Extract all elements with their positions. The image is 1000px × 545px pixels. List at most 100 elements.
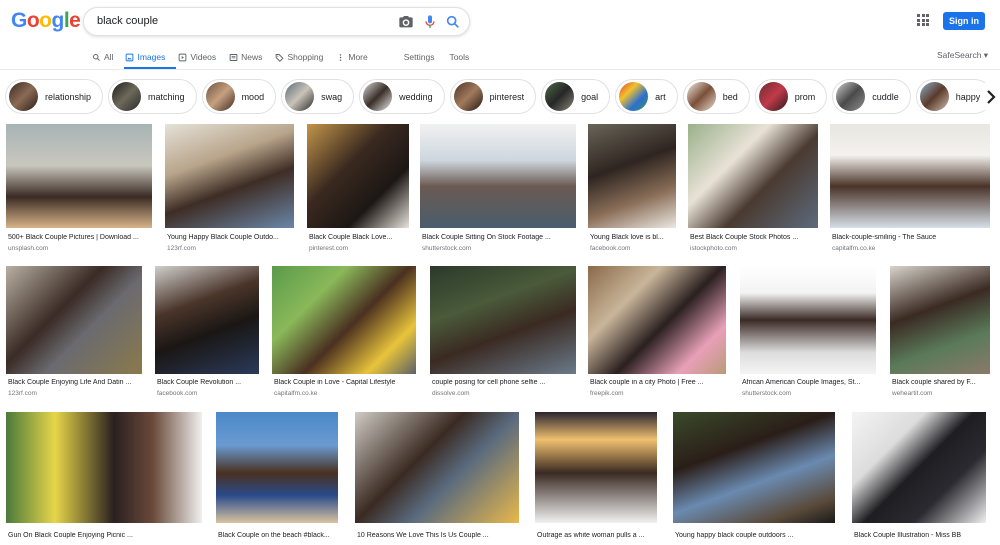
chip-pinterest[interactable]: pinterest — [449, 79, 537, 114]
result-caption[interactable]: Young Black love is bl... — [590, 234, 678, 241]
search-icon — [93, 53, 100, 61]
result-caption[interactable]: African American Couple Images, St... — [742, 379, 878, 386]
chip-prom[interactable]: prom — [754, 79, 828, 114]
result-image[interactable] — [852, 412, 986, 523]
result-image[interactable] — [588, 124, 676, 228]
image-result[interactable]: Black Couple Illustration - Miss BB — [852, 412, 986, 545]
result-image[interactable] — [272, 266, 416, 374]
result-caption[interactable]: Best Black Couple Stock Photos ... — [690, 234, 820, 241]
result-caption[interactable]: Black couple shared by F... — [892, 379, 992, 386]
image-result[interactable]: African American Couple Images, St... sh… — [740, 266, 876, 400]
result-caption[interactable]: couple posing for cell phone selfie ... — [432, 379, 578, 386]
tab-more[interactable]: More — [336, 48, 368, 66]
result-caption[interactable]: Black-couple-smiling - The Sauce — [832, 234, 992, 241]
result-image[interactable] — [307, 124, 409, 228]
microphone-icon[interactable] — [422, 14, 438, 30]
image-result[interactable]: couple posing for cell phone selfie ... … — [430, 266, 576, 400]
chip-label: mood — [241, 91, 265, 102]
result-image[interactable] — [535, 412, 657, 523]
chip-cuddle[interactable]: cuddle — [832, 79, 911, 114]
chip-matching[interactable]: matching — [108, 79, 197, 114]
result-image[interactable] — [6, 412, 202, 523]
camera-icon[interactable] — [398, 14, 414, 30]
tab-settings[interactable]: Settings — [404, 48, 435, 66]
image-result[interactable]: Young happy black couple outdoors ... — [673, 412, 835, 545]
result-caption[interactable]: Black Couple Sitting On Stock Footage ..… — [422, 234, 578, 241]
result-image[interactable] — [165, 124, 294, 228]
chip-relationship[interactable]: relationship — [5, 79, 104, 114]
image-result[interactable]: Black Couple Sitting On Stock Footage ..… — [420, 124, 576, 256]
image-result[interactable]: 500+ Black Couple Pictures | Download ..… — [6, 124, 152, 256]
image-result[interactable]: Young Happy Black Couple Outdo... 123rf.… — [165, 124, 294, 256]
image-result[interactable]: Gun On Black Couple Enjoying Picnic ... — [6, 412, 202, 545]
result-caption[interactable]: Black Couple Revolution ... — [157, 379, 261, 386]
result-caption[interactable]: 500+ Black Couple Pictures | Download ..… — [8, 234, 154, 241]
result-caption[interactable]: Young happy black couple outdoors ... — [675, 532, 837, 539]
header-divider — [0, 69, 1000, 70]
result-caption[interactable]: Black Couple Black Love... — [309, 234, 411, 241]
result-caption[interactable]: Black Couple Illustration - Miss BB — [854, 532, 988, 539]
result-caption[interactable]: 10 Reasons We Love This Is Us Couple ... — [357, 532, 521, 539]
chip-thumbnail — [112, 82, 142, 111]
result-image[interactable] — [355, 412, 519, 523]
result-caption[interactable]: Black Couple on the beach #black... — [218, 532, 340, 539]
result-image[interactable] — [890, 266, 990, 374]
result-image[interactable] — [740, 266, 876, 374]
sign-in-button[interactable]: Sign in — [943, 12, 985, 30]
image-result[interactable]: 10 Reasons We Love This Is Us Couple ... — [355, 412, 519, 545]
result-image[interactable] — [6, 124, 152, 228]
chip-thumbnail — [453, 82, 483, 111]
result-caption[interactable]: Black Couple Enjoying Life And Datin ... — [8, 379, 144, 386]
chips-next-button[interactable] — [982, 83, 1000, 110]
result-caption[interactable]: Black couple in a city Photo | Free ... — [590, 379, 728, 386]
result-image[interactable] — [830, 124, 990, 228]
result-caption[interactable]: Gun On Black Couple Enjoying Picnic ... — [8, 532, 204, 539]
result-image[interactable] — [6, 266, 142, 374]
image-result[interactable]: Black Couple in Love - Capital Lifestyle… — [272, 266, 416, 400]
chip-happy[interactable]: happy — [915, 79, 993, 114]
tab-all[interactable]: All — [92, 48, 113, 66]
result-image[interactable] — [430, 266, 576, 374]
tab-label: All — [104, 52, 114, 62]
result-source: 123rf.com — [167, 245, 196, 252]
tab-shopping[interactable]: Shopping — [275, 48, 323, 66]
tab-images[interactable]: Images — [125, 48, 165, 66]
result-image[interactable] — [673, 412, 835, 523]
chip-thumbnail — [758, 82, 788, 111]
chip-swag[interactable]: swag — [281, 79, 355, 114]
chip-bed[interactable]: bed — [682, 79, 750, 114]
search-box[interactable]: black couple — [83, 7, 470, 36]
chip-art[interactable]: art — [615, 79, 678, 114]
image-result[interactable]: Black Couple on the beach #black... — [216, 412, 338, 545]
result-caption[interactable]: Young Happy Black Couple Outdo... — [167, 234, 296, 241]
safesearch-menu[interactable]: SafeSearch ▾ — [937, 50, 988, 61]
result-caption[interactable]: Black Couple in Love - Capital Lifestyle — [274, 379, 418, 386]
image-result[interactable]: Black-couple-smiling - The Sauce capital… — [830, 124, 990, 256]
tab-news[interactable]: News — [229, 48, 262, 66]
result-image[interactable] — [216, 412, 338, 523]
chip-thumbnail — [285, 82, 315, 111]
search-icon[interactable] — [445, 14, 461, 30]
result-image[interactable] — [420, 124, 576, 228]
result-image[interactable] — [155, 266, 259, 374]
image-result[interactable]: Black Couple Revolution ... facebook.com — [155, 266, 259, 400]
result-caption[interactable]: Outrage as white woman pulls a ... — [537, 532, 659, 539]
google-apps-icon[interactable] — [917, 14, 929, 26]
tab-tools[interactable]: Tools — [449, 48, 469, 66]
image-result[interactable]: Outrage as white woman pulls a ... — [535, 412, 657, 545]
result-image[interactable] — [688, 124, 818, 228]
chip-goal[interactable]: goal — [541, 79, 611, 114]
image-result[interactable]: Black couple in a city Photo | Free ... … — [588, 266, 726, 400]
chip-wedding[interactable]: wedding — [359, 79, 445, 114]
result-source: pinterest.com — [309, 245, 349, 252]
google-logo[interactable]: Google — [11, 9, 81, 33]
image-result[interactable]: Black Couple Enjoying Life And Datin ...… — [6, 266, 142, 400]
image-result[interactable]: Best Black Couple Stock Photos ... istoc… — [688, 124, 818, 256]
tab-videos[interactable]: Videos — [178, 48, 216, 66]
image-result[interactable]: Black Couple Black Love... pinterest.com — [307, 124, 409, 256]
search-input[interactable]: black couple — [97, 15, 158, 27]
image-result[interactable]: Young Black love is bl... facebook.com — [588, 124, 676, 256]
image-result[interactable]: Black couple shared by F... weheartit.co… — [890, 266, 990, 400]
result-image[interactable] — [588, 266, 726, 374]
chip-mood[interactable]: mood — [201, 79, 277, 114]
